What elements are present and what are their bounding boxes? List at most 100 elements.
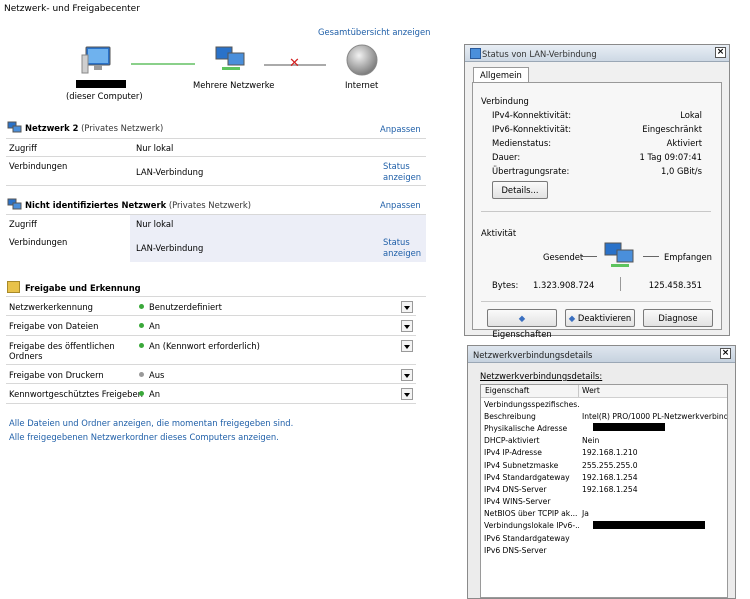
network-icon xyxy=(7,121,22,133)
network-activity-icon xyxy=(604,242,634,267)
expand-dropdown-button[interactable] xyxy=(401,320,413,332)
status-dialog-icon xyxy=(470,48,481,59)
map-link-line-1 xyxy=(131,63,195,65)
close-icon[interactable]: × xyxy=(715,47,726,58)
redacted-ipv6-address xyxy=(593,521,705,529)
network-1-connections-label: Verbindungen xyxy=(9,161,68,171)
network-2-status-link[interactable]: Status anzeigen xyxy=(383,237,421,259)
table-row[interactable]: DHCP-aktiviert Nein xyxy=(481,435,727,447)
tab-general[interactable]: Allgemein xyxy=(473,67,529,82)
status-link-line1[interactable]: Status xyxy=(383,237,410,247)
details-dialog-title: Netzwerkverbindungsdetails xyxy=(473,350,593,360)
table-row[interactable]: IPv4 Subnetzmaske 255.255.255.0 xyxy=(481,459,727,471)
sharing-row-value: An xyxy=(149,389,161,399)
value-cell xyxy=(579,532,727,544)
redacted-computer-name xyxy=(76,80,126,88)
table-row[interactable]: Beschreibung Intel(R) PRO/1000 PL-Netzwer… xyxy=(481,410,727,422)
status-on-icon xyxy=(139,323,144,328)
diagnose-button[interactable]: Diagnose xyxy=(643,309,713,327)
connection-row-value: 1,0 GBit/s xyxy=(660,166,702,176)
property-cell: IPv4 DNS-Server xyxy=(484,484,547,494)
properties-button-label: Eigenschaften xyxy=(492,329,552,339)
details-dialog: Netzwerkverbindungsdetails × Netzwerkver… xyxy=(467,345,736,599)
status-dialog-titlebar[interactable]: Status von LAN-Verbindung × xyxy=(465,45,729,62)
shield-icon: ◆ xyxy=(568,313,576,323)
sharing-row-label: Netzwerkerkennung xyxy=(9,302,93,312)
value-cell: Intel(R) PRO/1000 PL-Netzwerkverbindu... xyxy=(582,411,727,421)
bytes-sent-value: 1.323.908.724 xyxy=(533,280,595,290)
details-list[interactable]: Eigenschaft Wert Verbindungsspezifisches… xyxy=(480,384,728,598)
connection-row-value: Aktiviert xyxy=(666,138,702,148)
network-2-access-label: Zugriff xyxy=(9,219,37,229)
property-cell: Beschreibung xyxy=(484,411,536,421)
table-row[interactable]: NetBIOS über TCPIP ak... Ja xyxy=(481,508,727,520)
show-shared-folders-link[interactable]: Alle freigegebenen Netzwerkordner dieses… xyxy=(9,432,279,442)
table-row[interactable]: IPv6 DNS-Server xyxy=(481,544,727,556)
received-label: Empfangen xyxy=(664,252,712,262)
redacted-mac-address xyxy=(593,423,665,431)
details-dialog-titlebar[interactable]: Netzwerkverbindungsdetails × xyxy=(468,346,735,363)
disable-button[interactable]: ◆ Deaktivieren xyxy=(565,309,635,327)
network-2-selection-shade xyxy=(130,214,426,262)
expand-dropdown-button[interactable] xyxy=(401,388,413,400)
status-off-icon xyxy=(139,372,144,377)
details-caption: Netzwerkverbindungsdetails: xyxy=(480,371,603,381)
property-cell: Physikalische Adresse xyxy=(484,423,568,433)
network-2-customize-link[interactable]: Anpassen xyxy=(380,200,421,210)
status-link-line2[interactable]: anzeigen xyxy=(383,172,421,182)
value-cell: Nein xyxy=(582,436,600,446)
expand-dropdown-button[interactable] xyxy=(401,369,413,381)
sent-label: Gesendet xyxy=(543,252,584,262)
disconnected-x-icon: ✕ xyxy=(289,56,300,71)
sent-line xyxy=(581,256,597,257)
network-1-status-link[interactable]: Status anzeigen xyxy=(383,161,421,183)
table-row[interactable]: IPv6 Standardgateway xyxy=(481,532,727,544)
value-cell xyxy=(579,398,727,410)
shield-icon: ◆ xyxy=(518,313,526,323)
status-on-icon xyxy=(139,304,144,309)
table-row[interactable]: IPv4 DNS-Server 192.168.1.254 xyxy=(481,483,727,495)
sharing-row-label: Freigabe von Dateien xyxy=(9,321,99,331)
sharing-icon xyxy=(7,281,20,293)
table-row[interactable]: IPv4 IP-Adresse 192.168.1.210 xyxy=(481,447,727,459)
details-list-header: Eigenschaft Wert xyxy=(481,385,727,398)
properties-button[interactable]: ◆ Eigenschaften xyxy=(487,309,557,339)
connection-row-label: IPv6-Konnektivität: xyxy=(492,124,572,134)
column-divider xyxy=(578,385,579,397)
computer-label: (dieser Computer) xyxy=(66,91,143,101)
page-title: Netzwerk- und Freigabecenter xyxy=(4,4,140,14)
network-1-access-value: Nur lokal xyxy=(136,143,174,153)
value-cell: Ja xyxy=(582,509,589,519)
status-link-line2[interactable]: anzeigen xyxy=(383,248,421,258)
column-header-value[interactable]: Wert xyxy=(582,386,600,395)
activity-group-label: Aktivität xyxy=(481,228,517,238)
property-cell: NetBIOS über TCPIP ak... xyxy=(484,509,578,519)
network-1-access-label: Zugriff xyxy=(9,143,37,153)
status-dialog-title: Status von LAN-Verbindung xyxy=(482,49,597,59)
details-button[interactable]: Details... xyxy=(492,181,548,199)
table-row[interactable]: IPv4 WINS-Server xyxy=(481,496,727,508)
property-cell: Verbindungslokale IPv6-... xyxy=(484,521,579,531)
table-row[interactable]: Verbindungsspezifisches... xyxy=(481,398,727,410)
bytes-label: Bytes: xyxy=(492,280,519,290)
network-2-name: Nicht identifiziertes Netzwerk xyxy=(25,200,167,210)
close-icon[interactable]: × xyxy=(720,348,731,359)
expand-dropdown-button[interactable] xyxy=(401,340,413,352)
sharing-row-value: Aus xyxy=(149,370,165,380)
sharing-title: Freigabe und Erkennung xyxy=(25,283,141,293)
multiple-networks-label: Mehrere Netzwerke xyxy=(193,80,275,90)
network-2-heading: Nicht identifiziertes Netzwerk (Privates… xyxy=(25,200,251,210)
table-row[interactable]: IPv4 Standardgateway 192.168.1.254 xyxy=(481,471,727,483)
show-shared-files-link[interactable]: Alle Dateien und Ordner anzeigen, die mo… xyxy=(9,418,293,428)
network-1-customize-link[interactable]: Anpassen xyxy=(380,124,421,134)
network-1-connection-value: LAN-Verbindung xyxy=(136,167,204,177)
status-dialog: Status von LAN-Verbindung × Allgemein Ve… xyxy=(464,44,730,339)
property-cell: IPv4 WINS-Server xyxy=(484,497,551,507)
overview-link[interactable]: Gesamtübersicht anzeigen xyxy=(318,27,430,37)
status-link-line1[interactable]: Status xyxy=(383,161,410,171)
multiple-networks-icon xyxy=(215,46,245,70)
computer-icon xyxy=(81,46,111,74)
column-header-property[interactable]: Eigenschaft xyxy=(485,386,529,395)
expand-dropdown-button[interactable] xyxy=(401,301,413,313)
connection-row-value: Lokal xyxy=(680,110,702,120)
